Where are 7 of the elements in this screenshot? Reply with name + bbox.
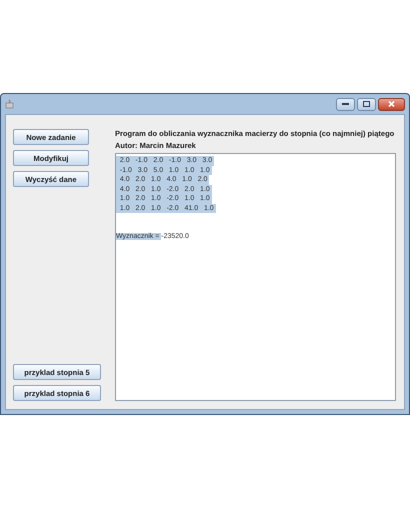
cup-icon (5, 99, 15, 109)
maximize-button[interactable] (357, 98, 376, 110)
close-button[interactable] (378, 98, 405, 110)
maximize-icon (363, 101, 370, 107)
minimize-button[interactable] (336, 98, 355, 110)
close-icon (388, 101, 395, 107)
minimize-icon (342, 102, 349, 106)
